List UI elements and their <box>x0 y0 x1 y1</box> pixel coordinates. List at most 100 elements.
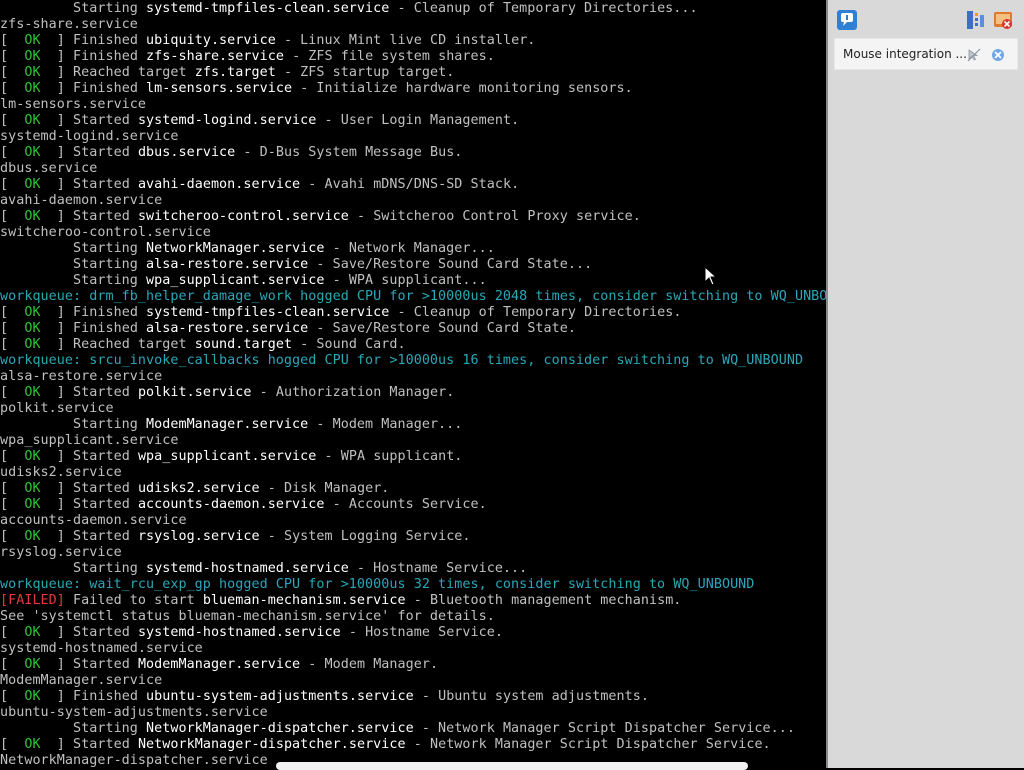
line-text: - Cleanup of Temporary Directories. <box>389 305 682 320</box>
unit-name: ModemManager.service <box>137 657 301 672</box>
network-adapter-icon[interactable] <box>964 9 986 31</box>
status-bracket: [ <box>0 33 25 48</box>
line-text: accounts-daemon.service <box>0 513 187 528</box>
message-bubble-icon[interactable] <box>836 9 858 31</box>
status-bracket: [ <box>0 385 25 400</box>
status-bracket: [ <box>0 449 25 464</box>
console-line: [ OK ] Started udisks2.service - Disk Ma… <box>0 481 389 497</box>
status-bracket: ] <box>40 689 74 704</box>
workqueue-warning: workqueue: wait_rcu_exp_gp hogged CPU fo… <box>0 577 755 592</box>
status-bracket: [ <box>0 145 25 160</box>
ok-status: OK <box>24 449 41 464</box>
line-text: systemd-hostnamed.service <box>0 641 203 656</box>
ok-status: OK <box>24 113 41 128</box>
console-line: [ OK ] Started polkit.service - Authoriz… <box>0 385 454 401</box>
console-line: Starting NetworkManager-dispatcher.servi… <box>0 721 795 737</box>
unit-name: alsa-restore.service <box>146 257 309 272</box>
status-bracket: ] <box>40 33 74 48</box>
status-bracket: [ <box>0 529 25 544</box>
line-text: Failed to start <box>64 593 203 608</box>
console-line: Starting alsa-restore.service - Save/Res… <box>0 257 592 273</box>
line-text: - ZFS startup target. <box>275 65 455 80</box>
unit-name: udisks2.service <box>137 481 260 496</box>
line-text: Finished <box>73 81 147 96</box>
line-text: Starting <box>0 417 147 432</box>
line-text: Started <box>73 737 138 752</box>
ok-status: OK <box>24 209 41 224</box>
ok-status: OK <box>24 305 41 320</box>
console-line: [ OK ] Finished ubiquity.service - Linux… <box>0 33 535 49</box>
status-bracket: ] <box>40 529 74 544</box>
unit-name: zfs.target <box>194 65 276 80</box>
status-bracket: [ <box>0 481 25 496</box>
unit-name: polkit.service <box>137 385 252 400</box>
line-text: Starting <box>0 721 147 736</box>
console-line: wpa_supplicant.service <box>0 433 178 449</box>
line-text: Finished <box>73 33 147 48</box>
unit-name: NetworkManager-dispatcher.service <box>137 737 406 752</box>
line-text: Started <box>73 657 138 672</box>
unit-name: systemd-logind.service <box>137 113 317 128</box>
line-text: Started <box>73 113 138 128</box>
line-text: ubuntu-system-adjustments.service <box>0 705 268 720</box>
line-text: - Authorization Manager. <box>251 385 455 400</box>
close-notifications-icon[interactable] <box>992 9 1014 31</box>
ok-status: OK <box>24 385 41 400</box>
status-bracket: [ <box>0 689 25 704</box>
notification-item[interactable]: Mouse integration ... <box>834 38 1018 70</box>
status-bracket: [ <box>0 81 25 96</box>
line-text: rsyslog.service <box>0 545 122 560</box>
line-text: Started <box>73 481 138 496</box>
line-text: Starting <box>0 257 147 272</box>
unit-name: NetworkManager.service <box>146 241 325 256</box>
ok-status: OK <box>24 337 41 352</box>
line-text: Finished <box>73 305 147 320</box>
line-text: - Network Manager Script Dispatcher Serv… <box>413 721 795 736</box>
unit-name: blueman-mechanism.service <box>202 593 406 608</box>
ok-status: OK <box>24 49 41 64</box>
status-bracket: ] <box>40 65 74 80</box>
status-bracket: ] <box>40 49 74 64</box>
line-text: - Save/Restore Sound Card State... <box>308 257 593 272</box>
status-bracket: ] <box>40 305 74 320</box>
console-line: polkit.service <box>0 401 114 417</box>
line-text: - Cleanup of Temporary Directories... <box>389 1 698 16</box>
status-bracket: [ <box>0 113 25 128</box>
console-line: [ OK ] Started ModemManager.service - Mo… <box>0 657 438 673</box>
unit-name: wpa_supplicant.service <box>137 449 317 464</box>
console-line: systemd-logind.service <box>0 129 178 145</box>
ok-status: OK <box>24 177 41 192</box>
status-bracket: ] <box>40 81 74 96</box>
line-text: Started <box>73 145 138 160</box>
line-text: systemd-logind.service <box>0 129 179 144</box>
line-text: Started <box>73 209 138 224</box>
status-bracket: ] <box>40 481 74 496</box>
console-line: [ OK ] Finished alsa-restore.service - S… <box>0 321 576 337</box>
status-bracket: [ <box>0 209 25 224</box>
ok-status: OK <box>24 657 41 672</box>
unit-name: systemd-hostnamed.service <box>146 561 349 576</box>
unit-name: wpa_supplicant.service <box>146 273 325 288</box>
line-text: - Accounts Service. <box>324 497 487 512</box>
line-text: Started <box>73 449 138 464</box>
unit-name: systemd-tmpfiles-clean.service <box>146 1 390 16</box>
console-line: [ OK ] Reached target sound.target - Sou… <box>0 337 406 353</box>
line-text: - Bluetooth management mechanism. <box>405 593 682 608</box>
line-text: Finished <box>73 321 147 336</box>
mouse-integration-off-icon[interactable] <box>966 47 982 63</box>
line-text: - Hostname Service. <box>340 625 503 640</box>
status-bracket: ] <box>40 209 74 224</box>
line-text: - Ubuntu system adjustments. <box>413 689 649 704</box>
unit-name: alsa-restore.service <box>146 321 309 336</box>
line-text: See 'systemctl status blueman-mechanism.… <box>0 609 495 624</box>
ok-status: OK <box>24 625 41 640</box>
console-line: [ OK ] Started dbus.service - D-Bus Syst… <box>0 145 462 161</box>
console-line: [ OK ] Finished lm-sensors.service - Ini… <box>0 81 633 97</box>
dismiss-icon[interactable] <box>990 47 1006 63</box>
console-line: [ OK ] Started wpa_supplicant.service - … <box>0 449 462 465</box>
line-text: Reached target <box>73 337 195 352</box>
unit-name: switcheroo-control.service <box>137 209 349 224</box>
line-text: - Hostname Service... <box>348 561 528 576</box>
console-line: [ OK ] Finished systemd-tmpfiles-clean.s… <box>0 305 681 321</box>
line-text: - Switcheroo Control Proxy service. <box>348 209 641 224</box>
